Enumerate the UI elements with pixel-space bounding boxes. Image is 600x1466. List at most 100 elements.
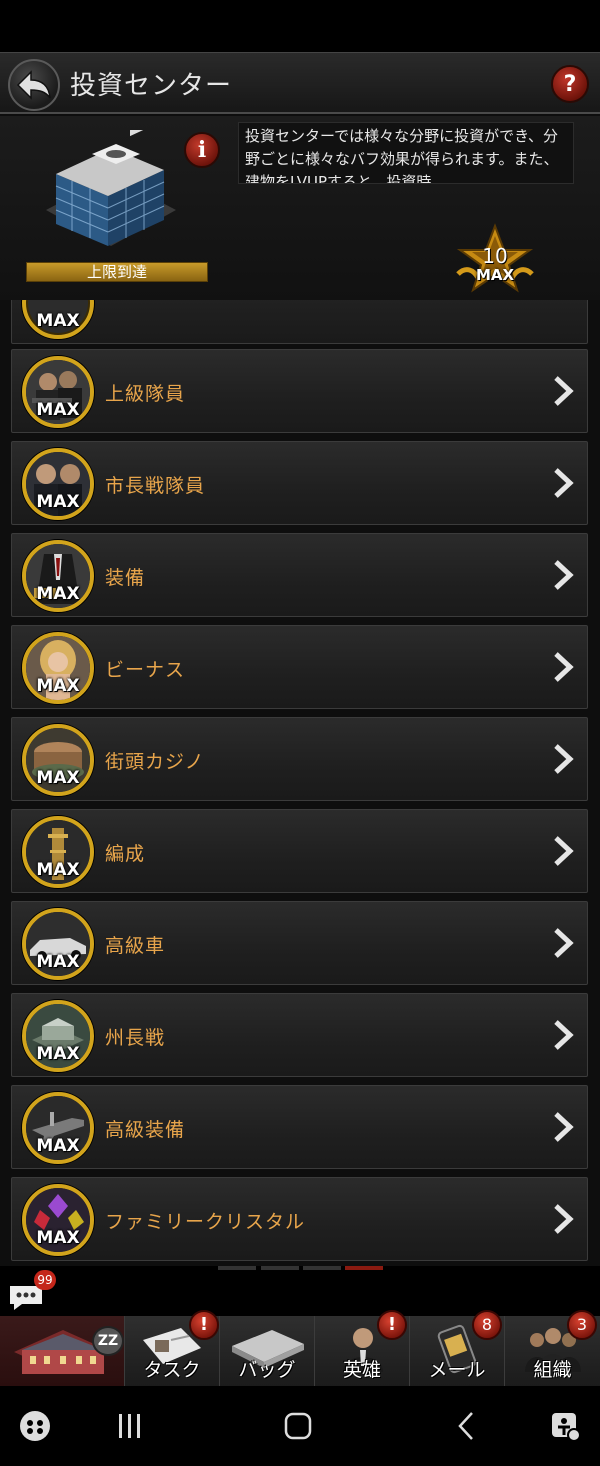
list-item-label: ビーナス — [105, 659, 186, 681]
chevron-right-icon — [554, 376, 574, 406]
max-label: MAX — [36, 1136, 80, 1156]
state-building-avatar-icon: MAX — [22, 1000, 94, 1072]
max-label: MAX — [36, 860, 80, 880]
list-item[interactable]: MAX 州長戦 — [11, 993, 588, 1077]
max-label: MAX — [36, 311, 80, 331]
chevron-right-icon — [554, 744, 574, 774]
list-item[interactable]: MAX ファミリークリスタル — [11, 1177, 588, 1261]
max-label: MAX — [36, 768, 80, 788]
org-count-badge: 3 — [567, 1310, 597, 1340]
bottom-nav: ZZ ! タスク バッグ ! 英雄 8 メール 3 組織 — [0, 1310, 600, 1386]
nav-mail-label: メール — [428, 1359, 486, 1381]
level-number: 10 — [482, 244, 508, 268]
list-item-label: ファミリークリスタル — [105, 1211, 306, 1233]
max-label: MAX — [36, 492, 80, 512]
soldiers-avatar-icon: MAX — [22, 448, 94, 520]
accessibility-icon — [552, 1413, 581, 1442]
back-chevron-icon — [458, 1412, 473, 1440]
list-item-label: 市長戦隊員 — [105, 475, 206, 497]
nav-bag[interactable]: バッグ — [220, 1316, 315, 1386]
home-icon — [284, 1412, 312, 1440]
list-item[interactable]: MAX 高級車 — [11, 901, 588, 985]
max-label: MAX — [36, 1044, 80, 1064]
investment-center-building-image — [36, 116, 186, 262]
nav-org[interactable]: 3 組織 — [505, 1310, 600, 1386]
list-item-label: 編成 — [105, 843, 146, 865]
back-nav-button[interactable] — [436, 1386, 496, 1466]
chat-bar — [0, 1266, 600, 1316]
list-item-label: 州長戦 — [105, 1027, 166, 1049]
page-dot — [218, 1266, 256, 1270]
page-dot — [303, 1266, 341, 1270]
list-item[interactable]: MAX 編成 — [11, 809, 588, 893]
investment-list[interactable]: MAX MAX 上級隊員 MAX 市長戦隊員 MAX 装備 MAX ビーナス M… — [0, 300, 600, 1266]
accessibility-button[interactable] — [540, 1386, 590, 1466]
back-button[interactable] — [8, 59, 60, 111]
list-item[interactable]: MAX — [11, 300, 588, 344]
status-bar — [0, 0, 600, 52]
car-avatar-icon: MAX — [22, 908, 94, 980]
list-item-label: 高級装備 — [105, 1119, 186, 1141]
chevron-right-icon — [554, 1204, 574, 1234]
nav-bag-label: バッグ — [238, 1359, 296, 1381]
list-item-label: 装備 — [105, 567, 146, 589]
max-label: MAX — [36, 676, 80, 696]
list-item[interactable]: MAX 装備 — [11, 533, 588, 617]
description-text: 投資センターでは様々な分野に投資ができ、分野ごとに様々なバフ効果が得られます。ま… — [238, 122, 574, 184]
max-label: MAX — [36, 400, 80, 420]
nav-hero[interactable]: ! 英雄 — [315, 1310, 410, 1386]
gunmen-avatar-icon: MAX — [22, 356, 94, 428]
game-launcher-button[interactable] — [10, 1386, 60, 1466]
help-button[interactable]: ? — [551, 65, 589, 103]
page-title: 投資センター — [70, 71, 233, 101]
nav-home[interactable]: ZZ — [0, 1316, 125, 1386]
hero-alert-badge: ! — [377, 1310, 407, 1340]
nav-hero-label: 英雄 — [342, 1359, 381, 1381]
chevron-right-icon — [554, 652, 574, 682]
app-root: { "header": {"title": "投資センター", "help": … — [0, 0, 600, 1466]
max-label: MAX — [36, 952, 80, 972]
level-star-badge: 10 MAX — [450, 222, 540, 300]
suit-avatar-icon: MAX — [22, 540, 94, 612]
gamepad-icon — [20, 1411, 50, 1441]
tower-avatar-icon: MAX — [22, 816, 94, 888]
chevron-right-icon — [554, 928, 574, 958]
mail-count-badge: 8 — [472, 1310, 502, 1340]
chat-unread-badge: 99 — [34, 1270, 56, 1290]
chevron-right-icon — [554, 468, 574, 498]
info-icon[interactable]: i — [184, 132, 220, 168]
sleep-badge: ZZ — [92, 1326, 124, 1356]
chevron-right-icon — [554, 1020, 574, 1050]
header-bar: 投資センター ? — [0, 52, 600, 114]
chevron-right-icon — [554, 836, 574, 866]
recent-apps-button[interactable] — [100, 1386, 160, 1466]
list-item[interactable]: MAX 街頭カジノ — [11, 717, 588, 801]
page-dot — [261, 1266, 299, 1270]
system-nav-bar — [0, 1386, 600, 1466]
weapon-avatar-icon: MAX — [22, 1092, 94, 1164]
max-label: MAX — [36, 1228, 80, 1248]
casino-avatar-icon: MAX — [22, 724, 94, 796]
nav-org-label: 組織 — [533, 1359, 572, 1381]
list-item-label: 街頭カジノ — [105, 751, 205, 773]
venus-avatar-icon: MAX — [22, 632, 94, 704]
task-alert-badge: ! — [189, 1310, 219, 1340]
list-item-label: 高級車 — [105, 935, 166, 957]
list-item[interactable]: MAX 上級隊員 — [11, 349, 588, 433]
max-reached-bar: 上限到達 — [26, 262, 208, 282]
back-arrow-icon — [16, 70, 51, 100]
building-info-panel: 上限到達 i 投資センターでは様々な分野に投資ができ、分野ごとに様々なバフ効果が… — [0, 116, 600, 300]
list-item[interactable]: MAX ビーナス — [11, 625, 588, 709]
nav-task-label: タスク — [143, 1359, 201, 1381]
list-item[interactable]: MAX 市長戦隊員 — [11, 441, 588, 525]
home-button[interactable] — [268, 1386, 328, 1466]
level-max-label: MAX — [475, 266, 515, 284]
partial-avatar-icon: MAX — [22, 300, 94, 339]
nav-mail[interactable]: 8 メール — [410, 1310, 505, 1386]
chevron-right-icon — [554, 1112, 574, 1142]
chevron-right-icon — [554, 560, 574, 590]
list-item[interactable]: MAX 高級装備 — [11, 1085, 588, 1169]
crystal-avatar-icon: MAX — [22, 1184, 94, 1256]
list-item-label: 上級隊員 — [105, 383, 186, 405]
nav-task[interactable]: ! タスク — [125, 1310, 220, 1386]
